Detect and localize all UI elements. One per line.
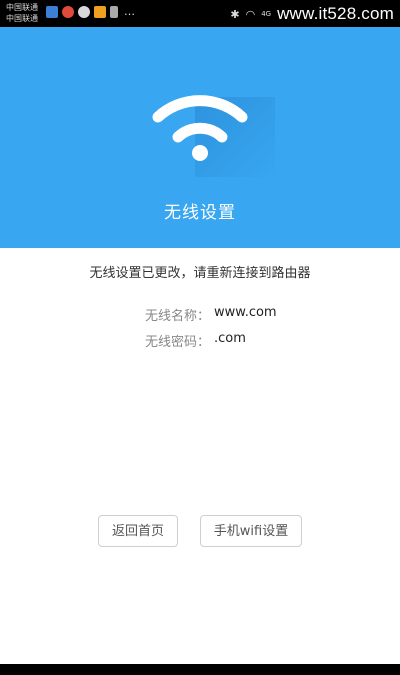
signal-text: 4G (261, 10, 272, 18)
bluetooth-icon: ✱ (230, 7, 240, 21)
notification-icons: … (46, 6, 135, 18)
watermark: www.it528.com (277, 4, 394, 23)
status-right: ✱ ◠ 4G www.it528.com (230, 4, 394, 24)
wifi-name-label: 无线名称： (144, 309, 210, 324)
carrier-label-2: 中国联通 (6, 14, 38, 23)
app-notification-icon (46, 6, 58, 18)
carrier-labels: 中国联通 中国联通 (6, 2, 38, 24)
status-bar: 中国联通 中国联通 … ✱ ◠ 4G www.it528.com (0, 0, 400, 27)
navigation-bar (0, 664, 400, 675)
carrier-label-1: 中国联通 (6, 3, 38, 12)
page-title: 无线设置 (164, 203, 236, 223)
wifi-status-icon: ◠ (245, 7, 256, 21)
app-notification-icon (94, 6, 106, 18)
wifi-password-label: 无线密码： (144, 335, 210, 350)
phone-wifi-settings-button[interactable]: 手机wifi设置 (200, 515, 302, 547)
wifi-password-value: .com (214, 331, 246, 346)
lock-icon (110, 6, 118, 18)
status-message: 无线设置已更改，请重新连接到路由器 (89, 266, 311, 281)
wifi-name-value: www.com (214, 305, 277, 320)
wifi-icon (152, 95, 248, 161)
header-banner: 无线设置 (0, 27, 400, 248)
more-notifications-icon: … (124, 5, 135, 18)
app-notification-icon (62, 6, 74, 18)
heart-icon (78, 6, 90, 18)
back-home-button[interactable]: 返回首页 (98, 515, 178, 547)
